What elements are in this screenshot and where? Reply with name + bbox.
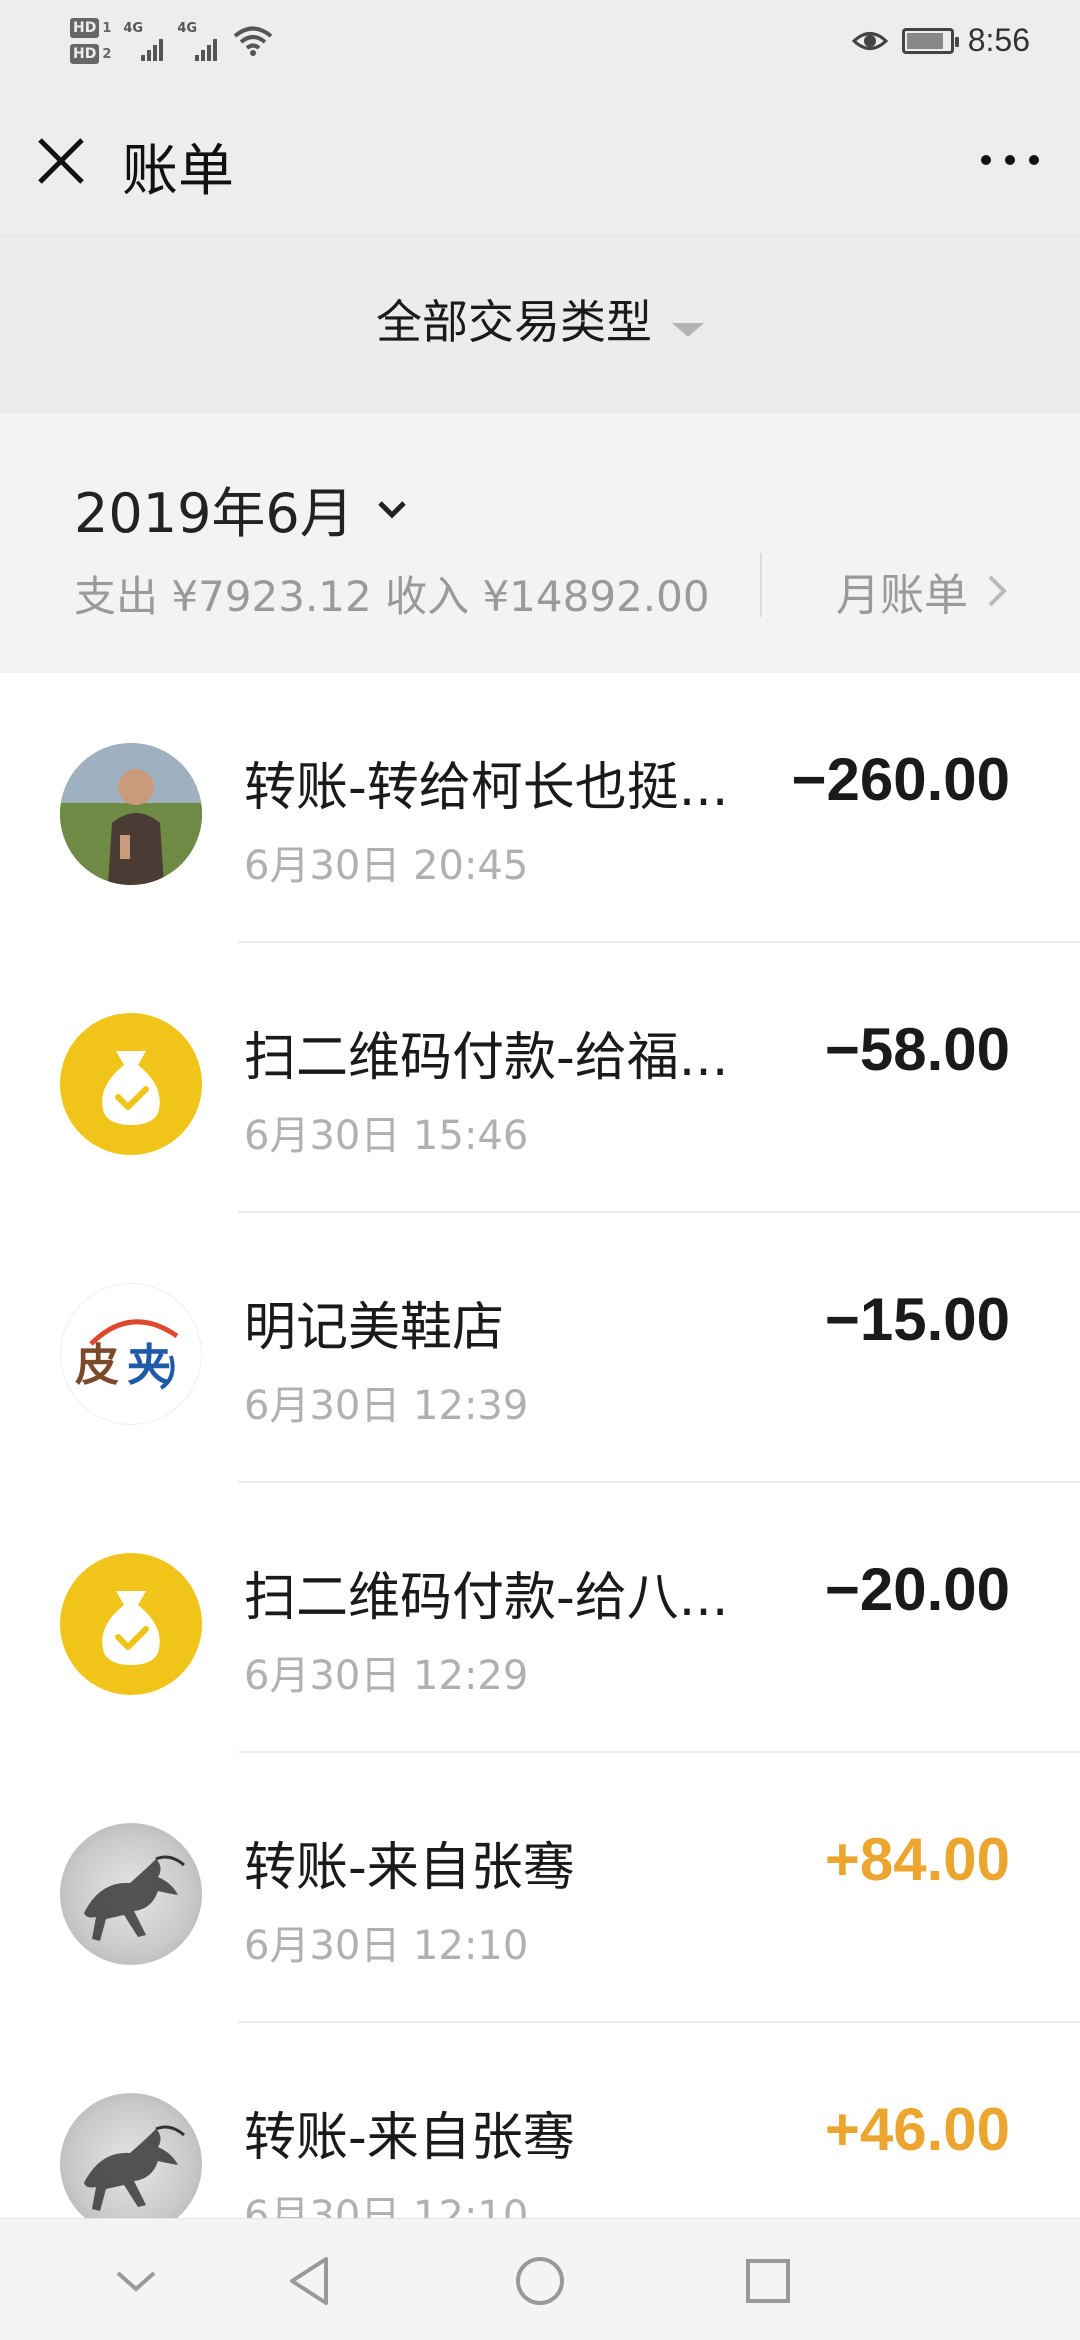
status-right: 8:56 <box>851 22 1030 59</box>
status-bar: HD 1 HD 2 4G 4G 8:56 <box>0 0 1080 90</box>
transaction-amount: +84.00 <box>824 1826 1010 1893</box>
avatar <box>60 743 202 885</box>
transaction-date: 6月30日 12:39 <box>244 1383 529 1429</box>
transaction-row[interactable]: 扫二维码付款-给福... 6月30日 15:46 −58.00 <box>0 943 1080 1213</box>
recents-icon[interactable] <box>736 2249 800 2313</box>
transaction-row[interactable]: 转账-转给柯长也挺... 6月30日 20:45 −260.00 <box>0 673 1080 943</box>
money-bag-icon <box>102 1591 160 1665</box>
horse-painting-icon <box>84 2125 185 2211</box>
transaction-date: 6月30日 12:10 <box>244 1923 529 1969</box>
close-icon[interactable] <box>30 130 92 192</box>
avatar: 皮 夹 <box>60 1283 202 1425</box>
sim1-number: 1 <box>102 20 112 36</box>
status-left: HD 1 HD 2 4G 4G <box>70 18 273 64</box>
signal2-icon: 4G <box>177 21 219 61</box>
avatar <box>60 1013 202 1155</box>
month-label: 2019年6月 <box>74 482 354 545</box>
monthly-bill-label: 月账单 <box>836 570 968 621</box>
transaction-title: 扫二维码付款-给福... <box>244 1028 729 1088</box>
transaction-row[interactable]: 皮 夹 明记美鞋店 6月30日 12:39 −15.00 <box>0 1213 1080 1483</box>
money-bag-icon <box>102 1051 160 1125</box>
transaction-date: 6月30日 20:45 <box>244 843 529 889</box>
chevron-right-icon <box>988 575 1007 607</box>
hide-keyboard-chevron-icon[interactable] <box>104 2249 168 2313</box>
pijia-logo-text-1: 皮 <box>75 1340 119 1391</box>
sim1-badge: HD 1 <box>70 18 111 38</box>
chevron-down-icon <box>378 500 406 519</box>
transaction-date: 6月30日 15:46 <box>244 1113 529 1159</box>
transaction-title: 转账-来自张骞 <box>244 2108 575 2168</box>
transaction-amount: −260.00 <box>791 746 1010 813</box>
sim2-hd-label: HD <box>70 44 100 64</box>
nav-bar: 账单 <box>0 90 1080 235</box>
divider <box>760 553 762 617</box>
clock: 8:56 <box>967 22 1030 58</box>
transaction-date: 6月30日 12:10 <box>244 2193 529 2218</box>
eye-icon <box>851 31 888 50</box>
transaction-amount: +46.00 <box>824 2096 1010 2163</box>
signal1-icon: 4G <box>123 21 165 61</box>
network1-label: 4G <box>123 21 144 36</box>
transaction-title: 扫二维码付款-给八... <box>244 1568 729 1628</box>
avatar <box>60 1553 202 1695</box>
more-icon[interactable] <box>970 130 1050 190</box>
transaction-row[interactable]: 扫二维码付款-给八... 6月30日 12:29 −20.00 <box>0 1483 1080 1753</box>
month-summary-section: 2019年6月 支出 ¥7923.12 收入 ¥14892.00 月账单 <box>0 413 1080 673</box>
battery-icon <box>901 27 959 54</box>
pijia-logo: 皮 夹 <box>75 1319 179 1391</box>
page-title: 账单 <box>122 139 234 204</box>
transaction-list: 转账-转给柯长也挺... 6月30日 20:45 −260.00 扫二维码付款-… <box>0 673 1080 2218</box>
transaction-row[interactable]: 转账-来自张骞 6月30日 12:10 +84.00 <box>0 1753 1080 2023</box>
avatar <box>60 1823 202 1965</box>
horse-painting-icon <box>84 1855 185 1941</box>
sim2-badge: HD 2 <box>70 44 111 64</box>
person-photo-icon <box>60 743 202 885</box>
transaction-type-filter[interactable]: 全部交易类型 <box>0 235 1080 413</box>
monthly-bill-link[interactable]: 月账单 <box>836 559 1012 623</box>
transaction-amount: −58.00 <box>824 1016 1010 1083</box>
month-selector[interactable]: 2019年6月 <box>74 469 412 548</box>
transaction-title: 转账-转给柯长也挺... <box>244 758 729 818</box>
transaction-row[interactable]: 转账-来自张骞 6月30日 12:10 +46.00 <box>0 2023 1080 2218</box>
transaction-amount: −15.00 <box>824 1286 1010 1353</box>
system-nav-bar <box>0 2218 1080 2340</box>
transaction-amount: −20.00 <box>824 1556 1010 1623</box>
sim2-number: 2 <box>102 46 112 62</box>
month-totals: 支出 ¥7923.12 收入 ¥14892.00 <box>74 572 710 621</box>
network2-label: 4G <box>177 21 198 36</box>
filter-label: 全部交易类型 <box>376 295 652 349</box>
caret-down-icon <box>672 322 704 337</box>
sim-indicators: HD 1 HD 2 <box>70 18 111 64</box>
sim1-hd-label: HD <box>70 18 100 38</box>
filter-content: 全部交易类型 <box>0 286 1080 352</box>
home-icon[interactable] <box>508 2249 572 2313</box>
back-icon[interactable] <box>278 2249 342 2313</box>
wifi-icon <box>234 26 273 56</box>
transaction-date: 6月30日 12:29 <box>244 1653 529 1699</box>
transaction-title: 明记美鞋店 <box>244 1298 505 1358</box>
avatar <box>60 2093 202 2218</box>
transaction-title: 转账-来自张骞 <box>244 1838 575 1898</box>
